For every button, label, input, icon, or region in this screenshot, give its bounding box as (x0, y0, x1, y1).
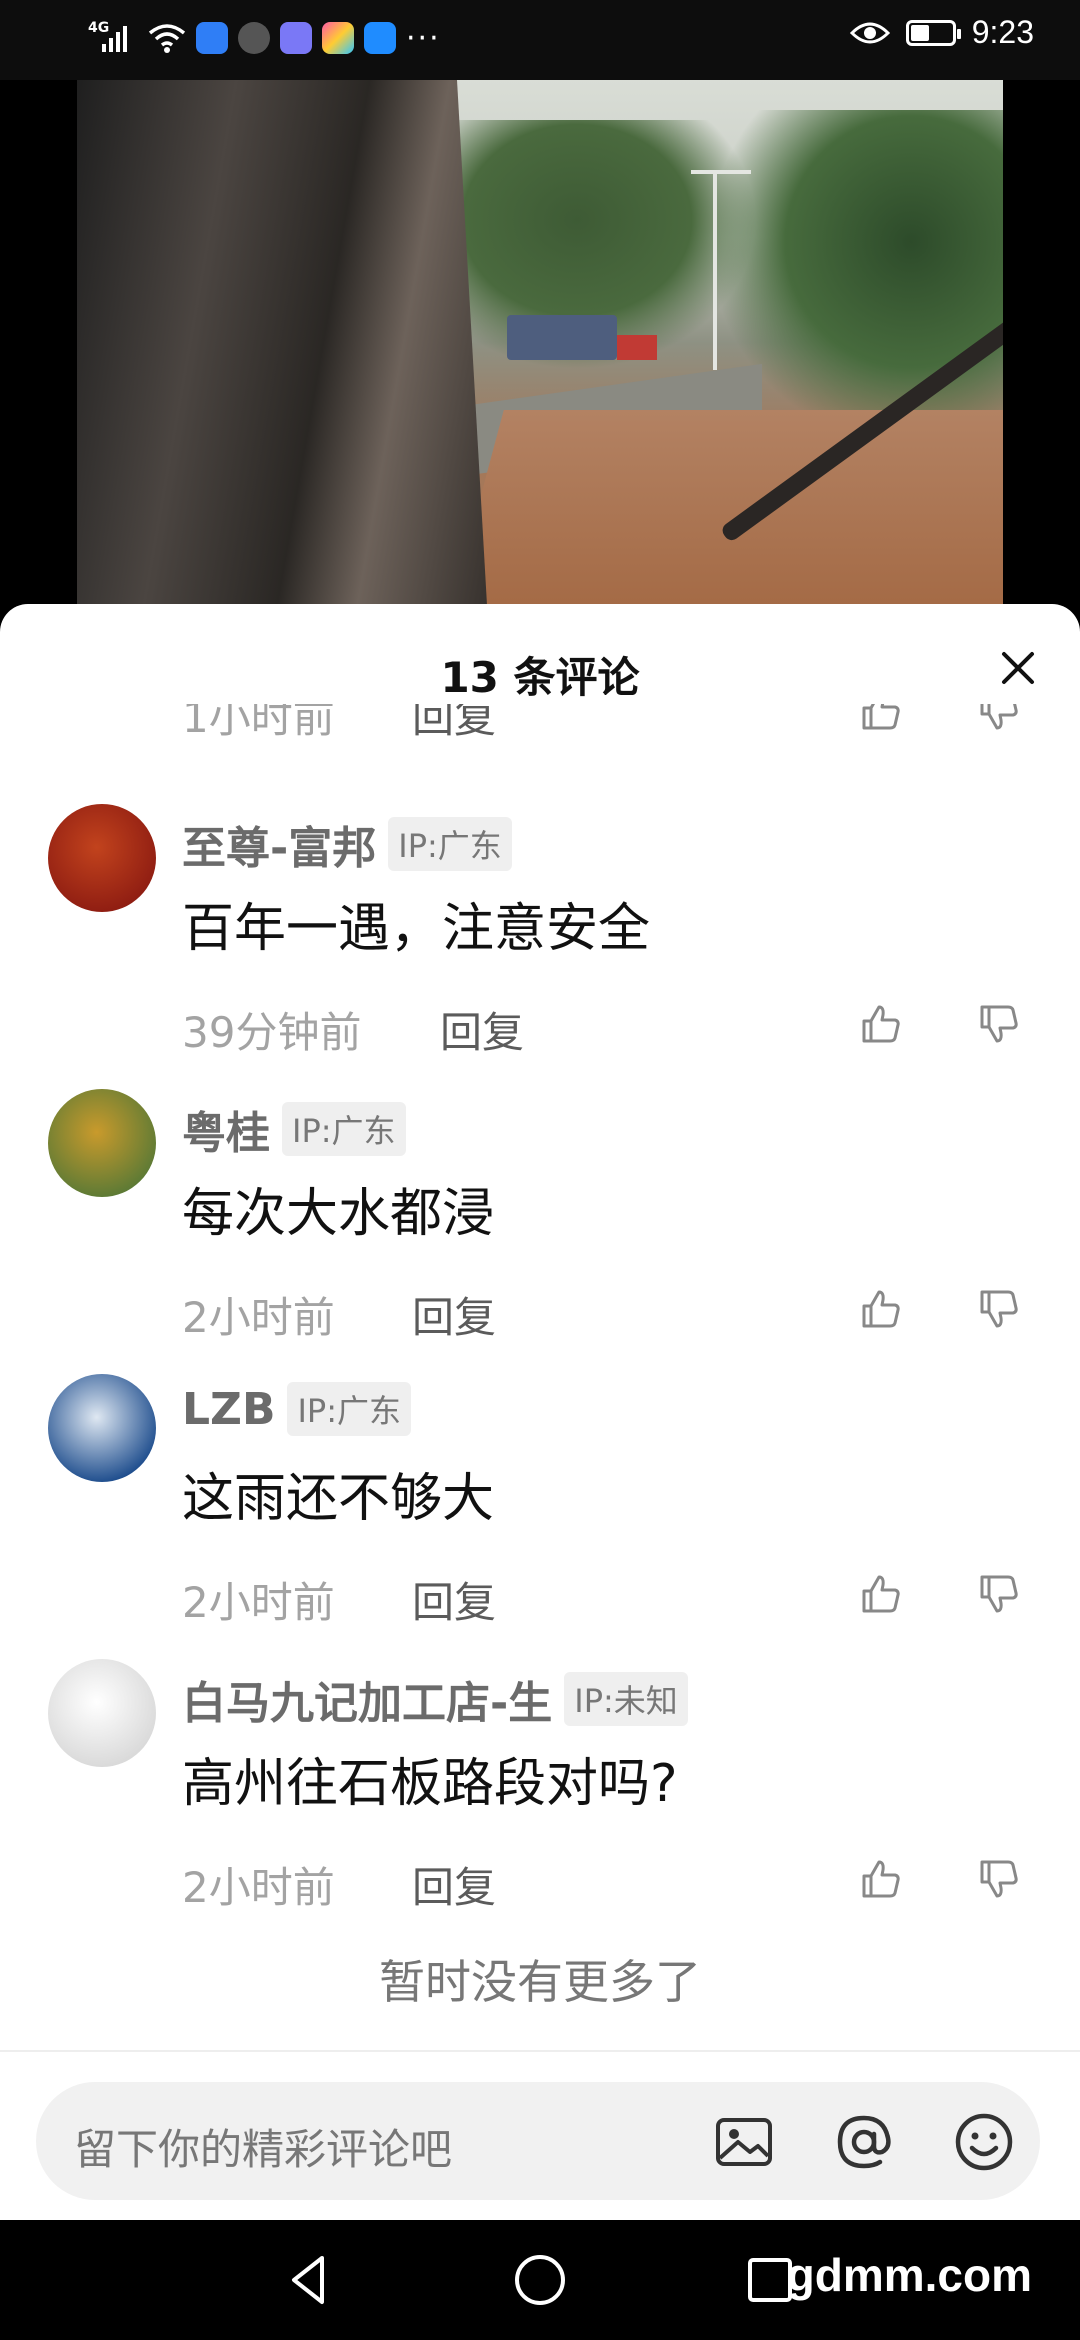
avatar[interactable] (48, 1089, 156, 1197)
reply-button[interactable]: 回复 (440, 999, 524, 1060)
comment-author[interactable]: 至尊-富邦 (182, 812, 376, 876)
comment-text: 百年一遇，注意安全 (182, 899, 651, 959)
ip-badge: IP:未知 (564, 1672, 688, 1726)
comment-item: 白马九记加工店-生 IP:未知 高州往石板路段对吗? 2小时前 回复 (0, 1659, 1080, 1944)
thumbs-down-icon[interactable] (978, 1573, 1020, 1615)
no-more-text: 暂时没有更多了 (379, 1955, 701, 2009)
comment-sheet: 13 条评论 1小时前 回复 至尊-富邦 IP:广东 百年一遇，注意安全 39分… (0, 604, 1080, 2220)
comment-time: 39分钟前 (182, 1008, 362, 1057)
thumbs-up-icon[interactable] (860, 1858, 902, 1900)
reply-button[interactable]: 回复 (412, 704, 496, 745)
comment-item: 至尊-富邦 IP:广东 百年一遇，注意安全 39分钟前 回复 (0, 804, 1080, 1089)
battery-fill (910, 24, 929, 41)
thumbs-down-icon[interactable] (978, 1003, 1020, 1045)
comment-time: 2小时前 (182, 1863, 335, 1912)
comment-text: 每次大水都浸 (182, 1184, 495, 1244)
thumbs-down-icon[interactable] (978, 1288, 1020, 1330)
avatar[interactable] (48, 1659, 156, 1767)
avatar[interactable] (48, 1374, 156, 1482)
image-icon[interactable] (712, 2110, 776, 2174)
close-icon[interactable] (994, 644, 1042, 692)
comment-list[interactable]: 1小时前 回复 至尊-富邦 IP:广东 百年一遇，注意安全 39分钟前 回复 粤… (0, 704, 1080, 1994)
thumbs-up-icon[interactable] (860, 1573, 902, 1615)
clock-app-icon (238, 22, 270, 54)
thumbs-up-icon[interactable] (860, 704, 902, 732)
eye-icon (849, 22, 890, 43)
reply-button[interactable]: 回复 (412, 1284, 496, 1345)
comment-author[interactable]: 粤桂 (182, 1097, 270, 1161)
shield-app-icon (196, 22, 228, 54)
system-nav-bar: gdmm.com (0, 2220, 1080, 2340)
home-icon[interactable] (510, 2250, 570, 2310)
comment-time: 2小时前 (182, 1293, 335, 1342)
thumbs-down-icon[interactable] (978, 1858, 1020, 1900)
at-icon[interactable] (832, 2110, 896, 2174)
video-player[interactable] (77, 80, 1003, 605)
comment-input-bar: 留下你的精彩评论吧 (0, 2050, 1080, 2220)
puzzle-app-icon (322, 22, 354, 54)
ip-badge: IP:广东 (388, 817, 512, 871)
comment-text: 这雨还不够大 (182, 1469, 495, 1529)
thumbs-up-icon[interactable] (860, 1003, 902, 1045)
status-left: 4G ··· (88, 18, 441, 58)
comment-time: 2小时前 (182, 1578, 335, 1627)
thumbs-up-icon[interactable] (860, 1288, 902, 1330)
clock: 9:23 (971, 14, 1034, 50)
comment-input[interactable]: 留下你的精彩评论吧 (36, 2082, 1040, 2200)
list-item: 1小时前 回复 (0, 704, 1080, 744)
comment-author[interactable]: LZB (182, 1384, 275, 1435)
comment-time: 1小时前 (182, 704, 335, 742)
ip-badge: IP:广东 (282, 1102, 406, 1156)
cloud-app-icon (364, 22, 396, 54)
wifi-icon (148, 24, 186, 53)
comment-text: 高州往石板路段对吗? (182, 1754, 678, 1814)
comment-input-placeholder[interactable]: 留下你的精彩评论吧 (74, 2116, 452, 2177)
comment-item: LZB IP:广东 这雨还不够大 2小时前 回复 (0, 1374, 1080, 1659)
status-right: 9:23 (849, 14, 1034, 51)
signal-icon: 4G (88, 18, 128, 58)
more-dots-icon: ··· (406, 20, 441, 56)
emoji-icon[interactable] (952, 2110, 1016, 2174)
battery-icon (905, 19, 961, 46)
thumbs-down-icon[interactable] (978, 704, 1020, 732)
reply-button[interactable]: 回复 (412, 1854, 496, 1915)
comment-author[interactable]: 白马九记加工店-生 (182, 1667, 552, 1731)
music-app-icon (280, 22, 312, 54)
reply-button[interactable]: 回复 (412, 1569, 496, 1630)
comment-item: 粤桂 IP:广东 每次大水都浸 2小时前 回复 (0, 1089, 1080, 1374)
status-bar: 4G ··· 9:23 (0, 0, 1080, 80)
avatar[interactable] (48, 804, 156, 912)
back-icon[interactable] (280, 2250, 340, 2310)
comment-count-title: 13 条评论 (440, 653, 640, 702)
ip-badge: IP:广东 (287, 1382, 412, 1436)
watermark: gdmm.com (786, 2249, 1032, 2301)
